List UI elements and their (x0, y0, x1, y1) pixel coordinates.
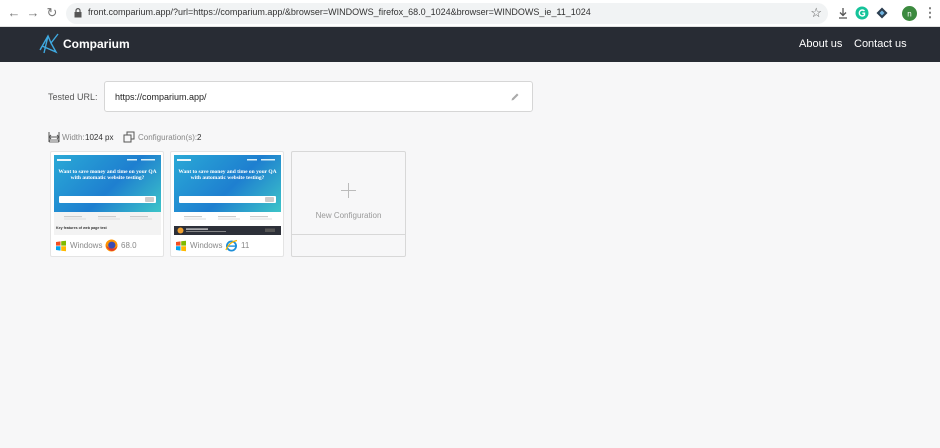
reload-icon[interactable]: ↻ (44, 5, 60, 21)
configuration-card[interactable]: Want to save money and time on your QA w… (170, 151, 284, 257)
edit-pencil-icon[interactable] (510, 92, 520, 102)
tested-url-value: https://comparium.app/ (115, 92, 207, 102)
profile-avatar[interactable]: n (902, 6, 917, 21)
configurations-label: Configuration(s): (138, 133, 198, 142)
thumbnail-headline: Want to save money and time on your QA w… (58, 169, 157, 181)
width-label: Width: (62, 133, 85, 142)
firefox-icon (105, 239, 118, 252)
extension-diamond-icon[interactable] (875, 6, 889, 20)
configurations-icon (123, 131, 135, 143)
tested-url-label: Tested URL: (48, 92, 98, 102)
thumbnail-input (179, 196, 276, 203)
forward-icon[interactable]: → (25, 5, 41, 21)
browser-version: 68.0 (121, 241, 137, 250)
brand-name[interactable]: Comparium (63, 37, 130, 51)
thumbnail-hero: Want to save money and time on your QA w… (174, 155, 281, 212)
grammarly-icon[interactable] (855, 6, 869, 20)
card-footer: Windows 68.0 (51, 236, 163, 256)
lock-icon (74, 8, 82, 18)
nav-about-us[interactable]: About us (799, 38, 842, 50)
comparium-logo-icon[interactable] (38, 32, 60, 56)
windows-icon (56, 240, 66, 252)
thumbnail-nav (177, 159, 275, 161)
configurations-count: 2 (197, 133, 202, 142)
more-options-icon[interactable]: ⋮ (922, 5, 938, 21)
width-value: 1024 px (85, 133, 114, 142)
windows-icon (176, 240, 186, 252)
thumbnail-cookie-content (177, 227, 275, 234)
thumbnail-columns (184, 216, 272, 220)
nav-contact-us[interactable]: Contact us (854, 38, 907, 50)
thumbnail-headline: Want to save money and time on your QA w… (178, 169, 277, 181)
thumbnail-nav (57, 159, 155, 161)
internet-explorer-icon (225, 239, 238, 252)
plus-icon (341, 183, 356, 198)
download-icon[interactable] (836, 6, 850, 20)
thumbnail-columns (64, 216, 152, 220)
address-bar-text: front.comparium.app/?url=https://compari… (88, 7, 591, 17)
configuration-card[interactable]: Want to save money and time on your QA w… (50, 151, 164, 257)
width-icon (48, 132, 60, 143)
tested-url-field[interactable]: https://comparium.app/ (104, 81, 533, 112)
bookmark-star-icon[interactable]: ☆ (810, 5, 822, 21)
thumbnail-hero: Want to save money and time on your QA w… (54, 155, 161, 212)
thumbnail-feature-heading: Key features of web page test (56, 226, 107, 230)
profile-initial: n (907, 10, 911, 19)
browser-version: 11 (241, 241, 250, 250)
new-card-divider (292, 234, 405, 235)
card-footer: Windows 11 (171, 236, 283, 256)
back-icon[interactable]: ← (6, 5, 22, 21)
os-name: Windows (190, 241, 223, 250)
os-name: Windows (70, 241, 103, 250)
new-configuration-card[interactable]: New Configuration (291, 151, 406, 257)
browser-toolbar: ← → ↻ front.comparium.app/?url=https://c… (0, 0, 940, 27)
new-configuration-label: New Configuration (315, 211, 382, 220)
screenshot-thumbnail[interactable]: Want to save money and time on your QA w… (174, 155, 281, 235)
address-bar[interactable]: front.comparium.app/?url=https://compari… (66, 3, 828, 24)
thumbnail-input (59, 196, 156, 203)
app-header: Comparium About us Contact us (0, 27, 940, 62)
screenshot-thumbnail[interactable]: Want to save money and time on your QA w… (54, 155, 161, 235)
thumbnail-body: Key features of web page test (54, 212, 161, 235)
thumbnail-cookie-banner (174, 226, 281, 235)
